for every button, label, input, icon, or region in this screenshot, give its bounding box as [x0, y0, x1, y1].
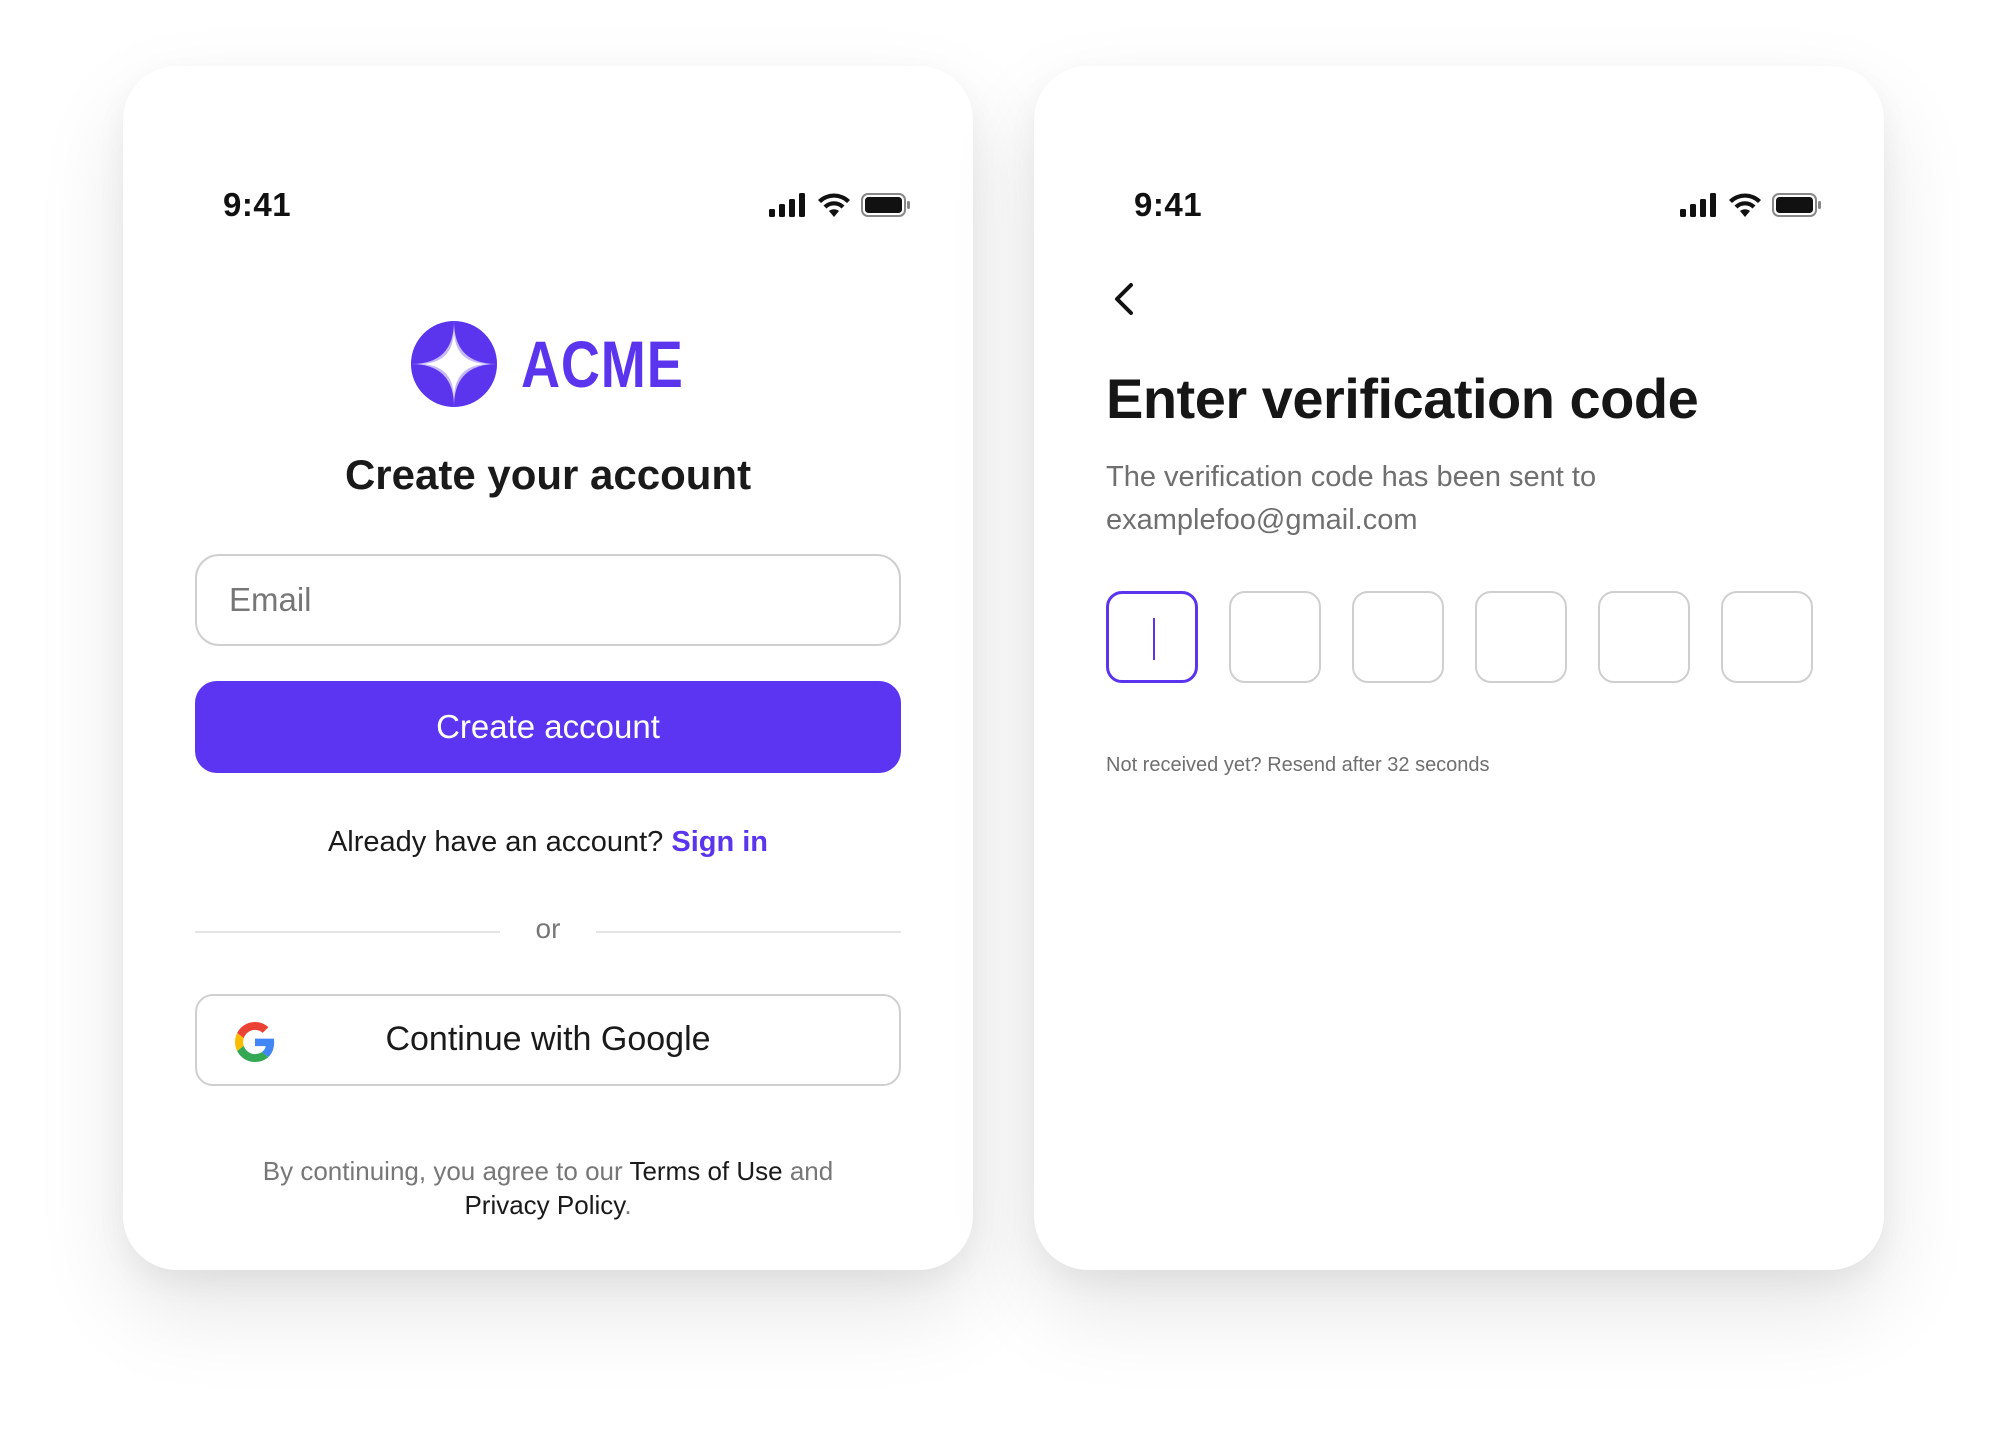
legal-joiner: and	[789, 1156, 834, 1186]
verify-screen: 9:41 Enter verification code The verific…	[1034, 66, 1884, 1270]
create-account-button[interactable]: Create account	[195, 681, 901, 773]
signin-link[interactable]: Sign in	[671, 826, 768, 858]
subtitle-email: examplefoo@gmail.com	[1106, 504, 1418, 536]
legal-text: By continuing, you agree to our Terms of…	[223, 1154, 873, 1222]
legal-suffix: .	[624, 1190, 632, 1220]
email-field[interactable]	[195, 554, 901, 646]
status-bar: 9:41	[1034, 184, 1884, 230]
terms-of-use-link[interactable]: Terms of Use	[629, 1156, 782, 1186]
acme-logo: ACME	[123, 321, 973, 407]
text-caret	[1153, 618, 1155, 660]
signup-screen: 9:41 ACME Create your account Email Crea…	[123, 66, 973, 1270]
wifi-icon	[818, 193, 850, 217]
code-digit-box[interactable]	[1229, 591, 1321, 683]
signin-prompt-row: Already have an account? Sign in	[123, 826, 973, 859]
code-digit-box[interactable]	[1721, 591, 1813, 683]
signin-prompt-text: Already have an account?	[327, 826, 664, 858]
status-time: 9:41	[1134, 186, 1203, 223]
code-digit-box[interactable]	[1475, 591, 1567, 683]
continue-with-google-button[interactable]: Continue with Google	[195, 994, 901, 1086]
subtitle-text: The verification code has been sent to	[1106, 461, 1597, 493]
verification-code-input	[1106, 591, 1813, 683]
resend-countdown-text: Not received yet? Resend after 32 second…	[1106, 754, 1490, 776]
code-digit-box[interactable]	[1598, 591, 1690, 683]
google-button-label: Continue with Google	[385, 1020, 711, 1058]
privacy-policy-link[interactable]: Privacy Policy	[464, 1190, 624, 1220]
back-button[interactable]	[1100, 274, 1150, 324]
cellular-signal-icon	[1680, 193, 1716, 217]
legal-prefix: By continuing, you agree to our	[262, 1156, 623, 1186]
page-title: Create your account	[344, 451, 752, 498]
or-divider: or	[195, 913, 901, 949]
verification-subtitle: The verification code has been sent to e…	[1106, 456, 1726, 542]
status-time: 9:41	[223, 186, 292, 223]
cellular-signal-icon	[769, 193, 805, 217]
wifi-icon	[1729, 193, 1761, 217]
stage: 9:41 ACME Create your account Email Crea…	[0, 0, 1993, 1441]
status-icons	[1680, 192, 1822, 218]
code-digit-box[interactable]	[1352, 591, 1444, 683]
code-digit-box[interactable]	[1106, 591, 1198, 683]
battery-icon	[861, 193, 910, 217]
battery-icon	[1772, 193, 1821, 217]
logo-wordmark: ACME	[520, 327, 684, 401]
page-title: Enter verification code	[1106, 367, 1699, 430]
chevron-left-icon	[1115, 283, 1133, 315]
acme-star-logo-icon	[410, 321, 497, 407]
status-bar: 9:41	[123, 184, 973, 230]
status-icons	[769, 192, 911, 218]
divider-or-text: or	[535, 913, 561, 944]
divider-line-right	[596, 931, 901, 933]
